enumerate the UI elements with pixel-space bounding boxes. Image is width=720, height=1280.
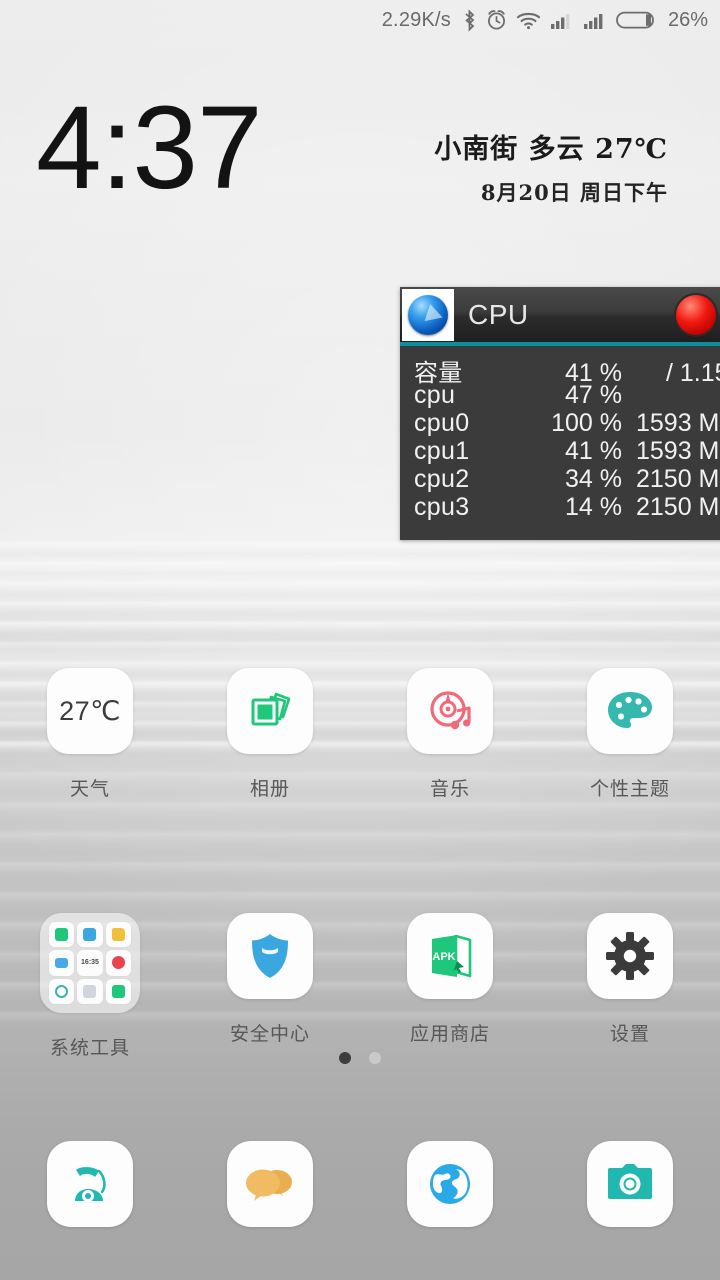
- cpu-stat-extra: 2150 MHz: [636, 493, 720, 521]
- blue-sphere-icon[interactable]: [402, 288, 454, 341]
- cpu-stat-percent: 41 %: [565, 437, 622, 465]
- network-speed-label: 2.29K/s: [381, 8, 451, 31]
- app-security[interactable]: 安全中心: [180, 913, 360, 1060]
- app-gallery[interactable]: 相册: [180, 668, 360, 801]
- cpu-stat-label: cpu1: [414, 437, 470, 465]
- scanner-icon: [77, 978, 103, 1004]
- themes-palette-icon[interactable]: [587, 668, 673, 754]
- wifi-icon: [516, 10, 541, 30]
- cpu-monitor-widget[interactable]: CPU 容量 41 % / 1.15 cpu 47 % cpu0 100 % 1…: [400, 287, 720, 540]
- app-music[interactable]: 音乐: [360, 668, 540, 801]
- clock-time[interactable]: 4:37: [36, 89, 263, 207]
- settings-gear-icon[interactable]: [587, 913, 673, 999]
- phone-dialer-icon[interactable]: [47, 1141, 133, 1227]
- battery-percent-label: 26%: [667, 8, 708, 31]
- app-label: 相册: [249, 778, 290, 800]
- cpu-widget-header: CPU: [400, 287, 720, 342]
- app-grid: 27℃ 天气 相册 音乐 个性主题 16:35 系统工具 安全中心 APK 应用…: [0, 668, 720, 1060]
- clock-weather-widget[interactable]: 4:37 小南街 多云 27℃ 8月20日 周日下午: [0, 89, 720, 235]
- cpu-stat-row: cpu3 14 % 2150 MHz: [414, 493, 720, 521]
- app-settings[interactable]: 设置: [540, 913, 720, 1060]
- page-dot-active[interactable]: [339, 1052, 351, 1064]
- cpu-widget-title: CPU: [468, 298, 529, 330]
- cpu-stat-label: cpu0: [414, 409, 470, 437]
- dock: [0, 1141, 720, 1227]
- app-label: 安全中心: [229, 1023, 310, 1045]
- cpu-stat-row: 容量 41 % / 1.15: [414, 353, 720, 387]
- messages-bubble-icon[interactable]: [227, 1141, 313, 1227]
- folder-system-tools-icon[interactable]: 16:35: [40, 913, 140, 1013]
- app-grid-row-gap: [0, 801, 720, 913]
- security-shield-icon[interactable]: [227, 913, 313, 999]
- status-bar[interactable]: 2.29K/s 26%: [0, 0, 720, 40]
- cpu-stat-row: cpu0 100 % 1593 MHz: [414, 409, 720, 437]
- cpu-stat-percent: 100 %: [551, 409, 622, 437]
- app-themes[interactable]: 个性主题: [540, 668, 720, 801]
- app-store[interactable]: APK 应用商店: [360, 913, 540, 1060]
- date-label[interactable]: 8月20日 周日下午: [481, 177, 668, 207]
- cpu-stat-label: cpu3: [414, 493, 470, 521]
- cpu-stat-extra: 1593 MHz: [636, 437, 720, 465]
- page-dot[interactable]: [369, 1052, 381, 1064]
- notes-icon: [49, 922, 75, 948]
- cpu-stat-row: cpu1 41 % 1593 MHz: [414, 437, 720, 465]
- browser-globe-icon[interactable]: [407, 1141, 493, 1227]
- signal-sim1-icon: [550, 10, 574, 30]
- page-indicator[interactable]: [0, 1052, 720, 1064]
- cpu-stat-percent: 14 %: [565, 493, 622, 521]
- weather-temperature-icon[interactable]: 27℃: [47, 668, 133, 754]
- weather-icon-temp: 27℃: [59, 695, 121, 726]
- dock-item-camera[interactable]: [540, 1141, 720, 1227]
- cpu-stat-label: cpu: [414, 381, 456, 409]
- downloads-icon: [105, 978, 131, 1004]
- compass-icon: [49, 978, 75, 1004]
- app-label: 设置: [609, 1023, 650, 1045]
- cpu-stat-extra: / 1.15: [666, 359, 720, 387]
- cpu-stat-extra: 2150 MHz: [636, 465, 720, 493]
- cpu-stats-list: 容量 41 % / 1.15 cpu 47 % cpu0 100 % 1593 …: [400, 346, 720, 527]
- app-label: 音乐: [429, 778, 470, 800]
- close-icon[interactable]: [676, 295, 716, 335]
- cpu-stat-extra: 1593 MHz: [636, 409, 720, 437]
- cpu-stat-label: cpu2: [414, 465, 470, 493]
- weather-summary[interactable]: 小南街 多云 27℃: [434, 127, 668, 166]
- cpu-stat-percent: 34 %: [565, 465, 622, 493]
- cpu-stat-row: cpu2 34 % 2150 MHz: [414, 465, 720, 493]
- app-grid-row: 27℃ 天气 相册 音乐 个性主题: [0, 668, 720, 801]
- dock-item-phone[interactable]: [0, 1141, 180, 1227]
- camera-icon[interactable]: [587, 1141, 673, 1227]
- battery-icon: [616, 9, 658, 31]
- cpu-stat-percent: 47 %: [565, 381, 622, 409]
- gallery-icon[interactable]: [227, 668, 313, 754]
- svg-text:APK: APK: [432, 951, 455, 963]
- clock-icon: 16:35: [77, 950, 103, 976]
- mail-icon: [49, 950, 75, 976]
- bluetooth-icon: [462, 8, 477, 32]
- app-store-apk-icon[interactable]: APK: [407, 913, 493, 999]
- folder-system-tools[interactable]: 16:35 系统工具: [0, 913, 180, 1060]
- app-grid-row: 16:35 系统工具 安全中心 APK 应用商店 设置: [0, 913, 720, 1060]
- recorder-icon: [105, 950, 131, 976]
- dock-item-messages[interactable]: [180, 1141, 360, 1227]
- app-weather[interactable]: 27℃ 天气: [0, 668, 180, 801]
- app-label: 个性主题: [589, 778, 670, 800]
- file-manager-icon: [105, 922, 131, 948]
- app-label: 天气: [69, 778, 110, 800]
- music-icon[interactable]: [407, 668, 493, 754]
- alarm-icon: [486, 9, 507, 31]
- signal-sim2-icon: [583, 10, 607, 30]
- app-label: 应用商店: [409, 1023, 490, 1045]
- calculator-icon: [77, 922, 103, 948]
- dock-item-browser[interactable]: [360, 1141, 540, 1227]
